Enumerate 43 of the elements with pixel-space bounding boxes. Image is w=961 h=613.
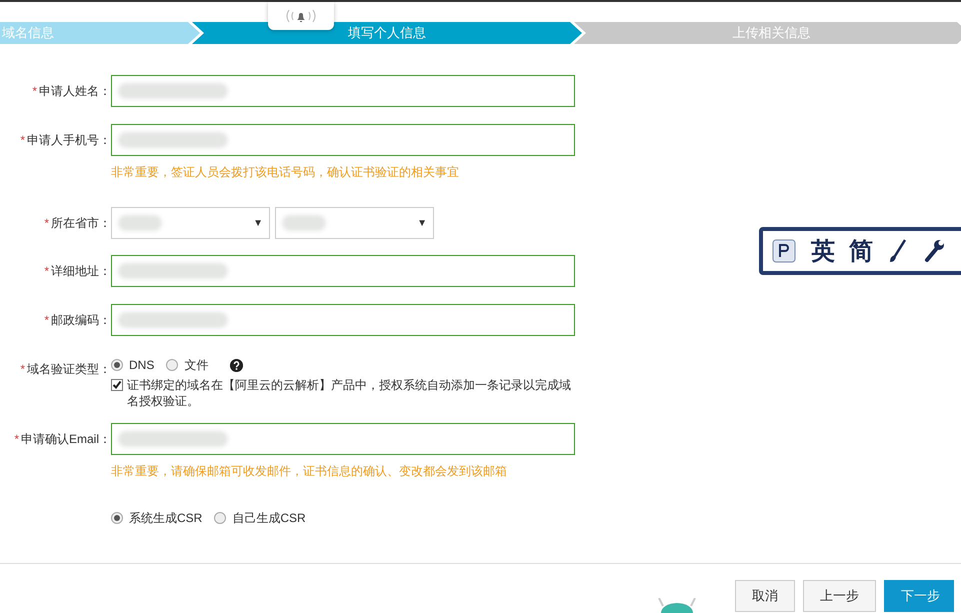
ime-mode-button[interactable]: 英 xyxy=(811,235,835,267)
hint-text: 非常重要，请确保邮箱可收发邮件，证书信息的确认、变改都会发到该邮箱 xyxy=(111,463,508,480)
bell-icon xyxy=(284,8,318,24)
required-mark: * xyxy=(32,84,37,98)
notification-tab[interactable] xyxy=(268,2,334,30)
field-label: 域名验证类型： xyxy=(27,360,111,378)
field-label: 申请人手机号： xyxy=(27,132,111,148)
brush-icon[interactable] xyxy=(887,238,909,264)
ime-mode-button[interactable]: 简 xyxy=(849,235,873,267)
required-mark: * xyxy=(20,362,25,376)
field-label: 申请人姓名： xyxy=(39,82,111,100)
field-label: 所在省市： xyxy=(51,214,111,232)
radio-label: 自己生成CSR xyxy=(232,510,306,526)
dropdown[interactable]: ▼ xyxy=(275,207,434,239)
radio-button[interactable] xyxy=(214,512,226,524)
input-field[interactable] xyxy=(111,423,575,455)
input-field[interactable] xyxy=(111,255,575,287)
input-field[interactable] xyxy=(111,124,575,156)
input-field[interactable] xyxy=(111,304,575,336)
checkbox[interactable] xyxy=(111,379,123,391)
radio-button[interactable] xyxy=(111,512,123,524)
radio-label: 文件 xyxy=(184,356,208,374)
radio-button[interactable] xyxy=(166,359,178,371)
required-mark: * xyxy=(44,313,49,327)
dropdown[interactable]: ▼ xyxy=(111,207,270,239)
field-label: 详细地址： xyxy=(51,262,111,280)
checkbox-label: 证书绑定的域名在【阿里云的云解析】产品中，授权系统自动添加一条记录以完成域名授权验证。 xyxy=(127,377,572,409)
hint-text: 非常重要，签证人员会拨打该电话号码，确认证书验证的相关事宜 xyxy=(111,164,460,181)
required-mark: * xyxy=(20,133,25,147)
required-mark: * xyxy=(44,264,49,278)
required-mark: * xyxy=(44,216,49,230)
input-field[interactable] xyxy=(111,75,575,107)
field-label: 申请确认Email： xyxy=(20,430,111,448)
step-button[interactable]: 取消 xyxy=(735,580,795,612)
radio-button[interactable] xyxy=(111,359,123,371)
keyboard-key-icon[interactable] xyxy=(771,238,797,264)
step-button[interactable]: 上一步 xyxy=(803,580,876,612)
wrench-icon[interactable] xyxy=(923,238,945,264)
radio-label: 系统生成CSR xyxy=(129,510,202,526)
radio-label: DNS xyxy=(129,358,154,372)
help-icon[interactable] xyxy=(230,358,244,372)
required-mark: * xyxy=(14,432,19,446)
field-label: 邮政编码： xyxy=(51,312,111,328)
